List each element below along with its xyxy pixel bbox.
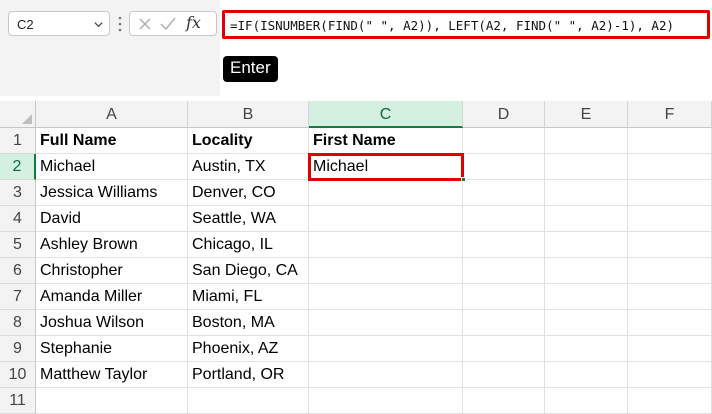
cell-a3[interactable]: Jessica Williams bbox=[36, 180, 188, 206]
cell-b5[interactable]: Chicago, IL bbox=[188, 232, 309, 258]
cell-e11[interactable] bbox=[545, 388, 628, 414]
cell-f5[interactable] bbox=[628, 232, 712, 258]
cell-a5[interactable]: Ashley Brown bbox=[36, 232, 188, 258]
cell-d1[interactable] bbox=[463, 128, 545, 154]
cell-c8[interactable] bbox=[309, 310, 463, 336]
cell-a6[interactable]: Christopher bbox=[36, 258, 188, 284]
column-header-d[interactable]: D bbox=[463, 101, 545, 128]
select-all-triangle-icon bbox=[22, 114, 32, 124]
row-header-7[interactable]: 7 bbox=[0, 284, 36, 310]
cancel-icon[interactable] bbox=[138, 17, 152, 31]
cell-e6[interactable] bbox=[545, 258, 628, 284]
row-header-5[interactable]: 5 bbox=[0, 232, 36, 258]
row-header-2[interactable]: 2 bbox=[0, 154, 36, 180]
cell-d4[interactable] bbox=[463, 206, 545, 232]
formula-controls: fx bbox=[129, 11, 217, 36]
chevron-down-icon[interactable] bbox=[94, 20, 103, 29]
cell-f4[interactable] bbox=[628, 206, 712, 232]
row-header-10[interactable]: 10 bbox=[0, 362, 36, 388]
cell-c5[interactable] bbox=[309, 232, 463, 258]
cell-f11[interactable] bbox=[628, 388, 712, 414]
cell-a10[interactable]: Matthew Taylor bbox=[36, 362, 188, 388]
cell-b4[interactable]: Seattle, WA bbox=[188, 206, 309, 232]
row-header-9[interactable]: 9 bbox=[0, 336, 36, 362]
cell-e2[interactable] bbox=[545, 154, 628, 180]
row-header-1[interactable]: 1 bbox=[0, 128, 36, 154]
column-header-e[interactable]: E bbox=[545, 101, 628, 128]
cell-d11[interactable] bbox=[463, 388, 545, 414]
cell-c3[interactable] bbox=[309, 180, 463, 206]
cell-f3[interactable] bbox=[628, 180, 712, 206]
cell-c10[interactable] bbox=[309, 362, 463, 388]
formula-panel: =IF(ISNUMBER(FIND(" ", A2)), LEFT(A2, FI… bbox=[220, 0, 712, 96]
column-header-f[interactable]: F bbox=[628, 101, 712, 128]
formula-input[interactable]: =IF(ISNUMBER(FIND(" ", A2)), LEFT(A2, FI… bbox=[222, 10, 710, 39]
cell-b9[interactable]: Phoenix, AZ bbox=[188, 336, 309, 362]
cell-f6[interactable] bbox=[628, 258, 712, 284]
cell-d9[interactable] bbox=[463, 336, 545, 362]
cell-a4[interactable]: David bbox=[36, 206, 188, 232]
row-header-3[interactable]: 3 bbox=[0, 180, 36, 206]
cell-e1[interactable] bbox=[545, 128, 628, 154]
cell-e9[interactable] bbox=[545, 336, 628, 362]
cell-c2[interactable]: Michael bbox=[309, 154, 463, 180]
cell-e10[interactable] bbox=[545, 362, 628, 388]
cell-a8[interactable]: Joshua Wilson bbox=[36, 310, 188, 336]
cell-c6[interactable] bbox=[309, 258, 463, 284]
insert-function-icon[interactable]: fx bbox=[186, 13, 201, 32]
more-options-icon[interactable] bbox=[118, 16, 122, 32]
cell-d2[interactable] bbox=[463, 154, 545, 180]
cell-e4[interactable] bbox=[545, 206, 628, 232]
cell-f8[interactable] bbox=[628, 310, 712, 336]
cell-d3[interactable] bbox=[463, 180, 545, 206]
fill-handle[interactable] bbox=[461, 177, 466, 182]
cell-c4[interactable] bbox=[309, 206, 463, 232]
cell-b6[interactable]: San Diego, CA bbox=[188, 258, 309, 284]
cell-f7[interactable] bbox=[628, 284, 712, 310]
cell-e7[interactable] bbox=[545, 284, 628, 310]
cell-d5[interactable] bbox=[463, 232, 545, 258]
cell-b1[interactable]: Locality bbox=[188, 128, 309, 154]
enter-key-hint: Enter bbox=[223, 56, 278, 82]
cell-e3[interactable] bbox=[545, 180, 628, 206]
cell-e5[interactable] bbox=[545, 232, 628, 258]
column-header-b[interactable]: B bbox=[188, 101, 309, 128]
column-header-a[interactable]: A bbox=[36, 101, 188, 128]
cell-b7[interactable]: Miami, FL bbox=[188, 284, 309, 310]
cell-f9[interactable] bbox=[628, 336, 712, 362]
row-header-6[interactable]: 6 bbox=[0, 258, 36, 284]
column-header-c[interactable]: C bbox=[309, 101, 463, 128]
cell-c9[interactable] bbox=[309, 336, 463, 362]
name-box[interactable]: C2 bbox=[8, 11, 110, 36]
cell-c1[interactable]: First Name bbox=[309, 128, 463, 154]
row-header-11[interactable]: 11 bbox=[0, 388, 36, 414]
name-box-value: C2 bbox=[17, 17, 34, 32]
confirm-check-icon[interactable] bbox=[160, 17, 176, 31]
cell-d10[interactable] bbox=[463, 362, 545, 388]
cell-b8[interactable]: Boston, MA bbox=[188, 310, 309, 336]
cell-a11[interactable] bbox=[36, 388, 188, 414]
row-header-4[interactable]: 4 bbox=[0, 206, 36, 232]
cell-a2[interactable]: Michael bbox=[36, 154, 188, 180]
cell-c11[interactable] bbox=[309, 388, 463, 414]
cell-f2[interactable] bbox=[628, 154, 712, 180]
cell-a7[interactable]: Amanda Miller bbox=[36, 284, 188, 310]
row-header-8[interactable]: 8 bbox=[0, 310, 36, 336]
cell-e8[interactable] bbox=[545, 310, 628, 336]
cell-b10[interactable]: Portland, OR bbox=[188, 362, 309, 388]
cell-d7[interactable] bbox=[463, 284, 545, 310]
cell-d6[interactable] bbox=[463, 258, 545, 284]
cell-d8[interactable] bbox=[463, 310, 545, 336]
cell-b11[interactable] bbox=[188, 388, 309, 414]
select-all-corner[interactable] bbox=[0, 101, 36, 128]
cell-c7[interactable] bbox=[309, 284, 463, 310]
cell-b2[interactable]: Austin, TX bbox=[188, 154, 309, 180]
cell-f10[interactable] bbox=[628, 362, 712, 388]
cell-f1[interactable] bbox=[628, 128, 712, 154]
cell-b3[interactable]: Denver, CO bbox=[188, 180, 309, 206]
cell-a1[interactable]: Full Name bbox=[36, 128, 188, 154]
cell-a9[interactable]: Stephanie bbox=[36, 336, 188, 362]
formula-bar-area: C2 fx =IF(ISNUMBER(FIND(" ", A2)), LEFT(… bbox=[0, 0, 712, 96]
